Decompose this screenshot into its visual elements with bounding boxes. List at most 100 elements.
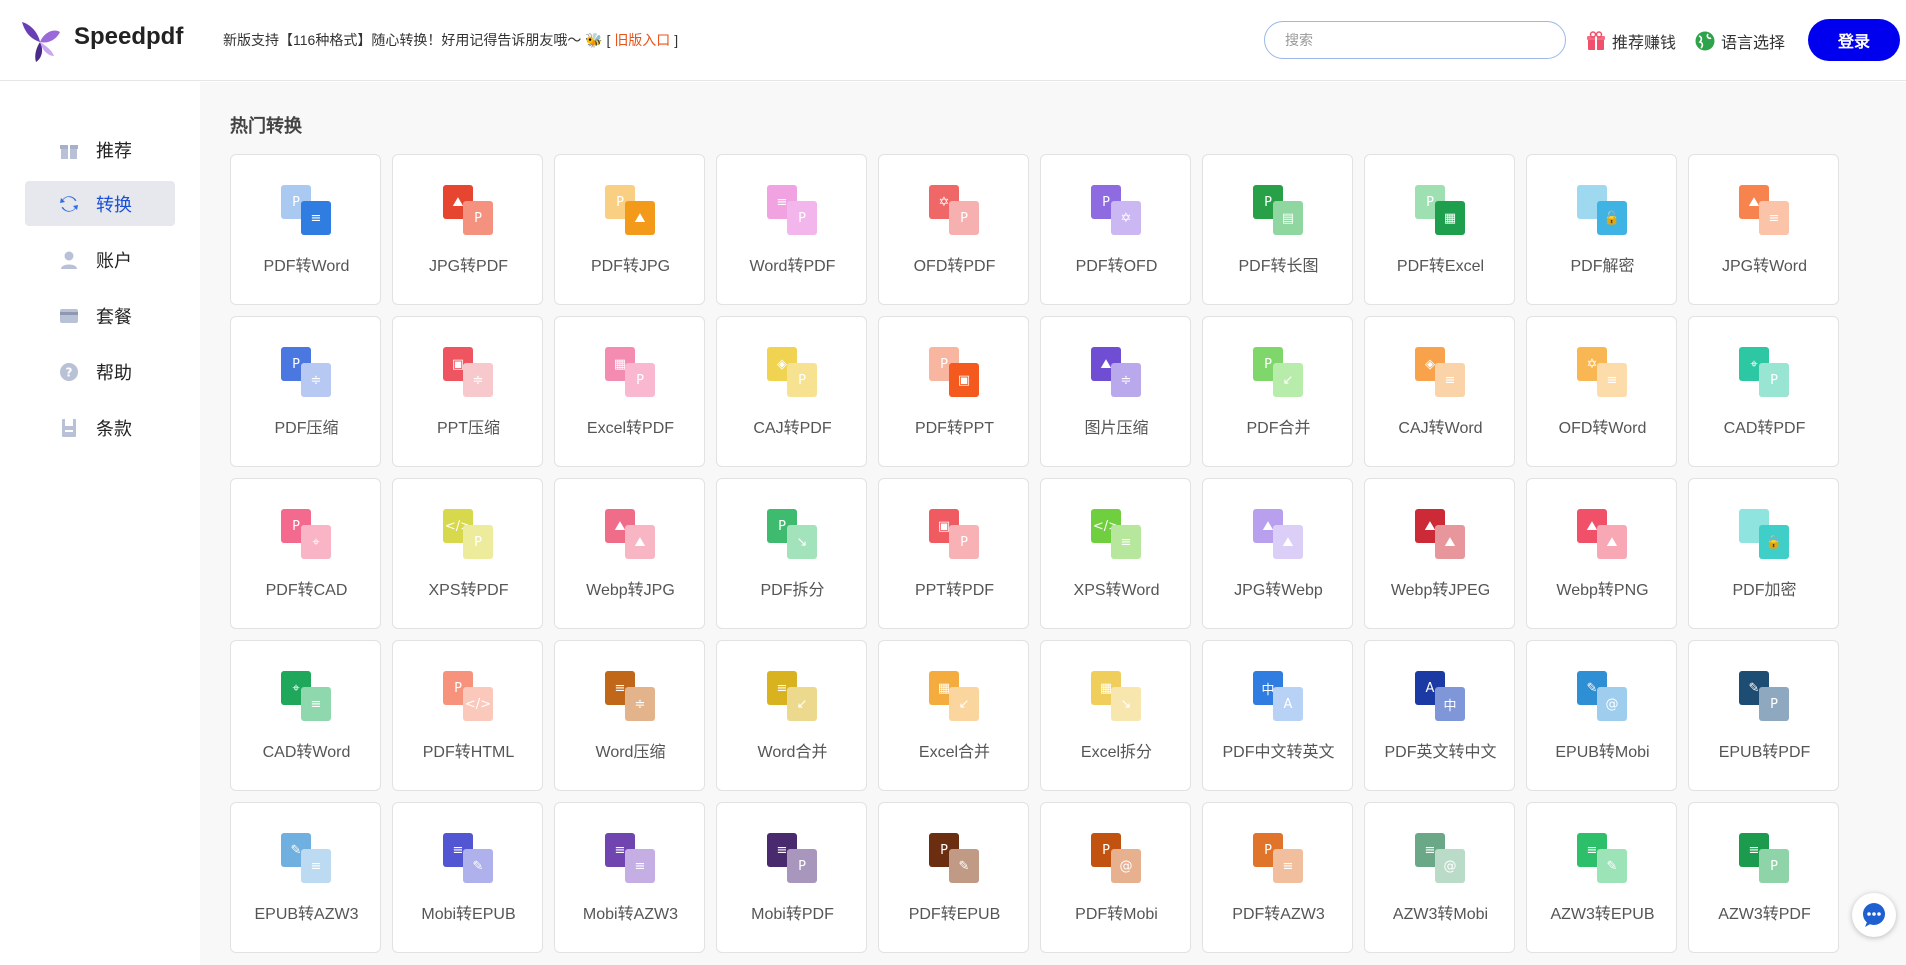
chat-button[interactable] xyxy=(1852,893,1896,937)
conversion-card[interactable]: ✎ @ EPUB转Mobi xyxy=(1526,640,1677,791)
conversion-card[interactable]: ≡ ✎ AZW3转EPUB xyxy=(1526,802,1677,953)
conversion-card[interactable]: ≡ ≑ Word压缩 xyxy=(554,640,705,791)
conversion-card[interactable]: ≡ ≡ Mobi转AZW3 xyxy=(554,802,705,953)
file-front-icon: ▦ xyxy=(1435,201,1465,235)
language-selector[interactable]: 语言选择 xyxy=(1695,29,1785,53)
help-icon: ? xyxy=(58,361,80,383)
conversion-card[interactable]: ⌖ ≡ CAD转Word xyxy=(230,640,381,791)
conversion-label: CAD转Word xyxy=(262,744,351,761)
conversion-icon: ≡ ≑ xyxy=(605,671,657,721)
conversion-card[interactable]: P ▣ PDF转PPT xyxy=(878,316,1029,467)
conversion-card[interactable]: P @ PDF转Mobi xyxy=(1040,802,1191,953)
conversion-icon: ≡ ✎ xyxy=(443,833,495,883)
conversion-icon: P ↘ xyxy=(767,509,819,559)
conversion-card[interactable]: P </> PDF转HTML xyxy=(392,640,543,791)
file-front-icon: ≡ xyxy=(1273,849,1303,883)
conversion-card[interactable]: ✡ P OFD转PDF xyxy=(878,154,1029,305)
login-button[interactable]: 登录 xyxy=(1808,19,1900,61)
conversion-card[interactable]: P ✎ PDF转EPUB xyxy=(878,802,1029,953)
file-front-icon: ≡ xyxy=(301,687,331,721)
conversion-card[interactable]: ✎ P EPUB转PDF xyxy=(1688,640,1839,791)
sidebar-item-account[interactable]: 账户 xyxy=(25,237,175,282)
conversion-card[interactable]: ≡ P AZW3转PDF xyxy=(1688,802,1839,953)
conversion-card[interactable]: ⌖ P CAD转PDF xyxy=(1688,316,1839,467)
conversion-card[interactable]: P ≡ PDF转AZW3 xyxy=(1202,802,1353,953)
conversion-card[interactable]: A 中 PDF英文转中文 xyxy=(1364,640,1515,791)
language-label: 语言选择 xyxy=(1721,35,1786,52)
conversion-card[interactable]: ▦ ↘ Excel拆分 xyxy=(1040,640,1191,791)
conversion-card[interactable]: 🔒 PDF加密 xyxy=(1688,478,1839,629)
conversion-card[interactable]: ≡ ↙ Word合并 xyxy=(716,640,867,791)
file-front-icon: ≑ xyxy=(463,363,493,397)
conversion-label: AZW3转EPUB xyxy=(1550,906,1655,923)
conversion-card[interactable]: ▣ ≑ PPT压缩 xyxy=(392,316,543,467)
conversion-label: JPG转Webp xyxy=(1234,582,1323,599)
file-front-icon: ⛰ xyxy=(1273,525,1303,559)
referral-link[interactable]: 推荐赚钱 xyxy=(1586,29,1676,53)
conversion-card[interactable]: P ≑ PDF压缩 xyxy=(230,316,381,467)
conversion-card[interactable]: 🔓 PDF解密 xyxy=(1526,154,1677,305)
file-front-icon: P xyxy=(463,525,493,559)
sidebar-item-convert[interactable]: 转换 xyxy=(25,181,175,226)
conversion-card[interactable]: </> P XPS转PDF xyxy=(392,478,543,629)
search-input[interactable] xyxy=(1264,21,1566,59)
bracket-open: [ xyxy=(606,32,611,48)
conversion-label: AZW3转Mobi xyxy=(1392,906,1489,923)
conversion-label: PDF转CAD xyxy=(265,582,348,599)
file-front-icon: P xyxy=(787,849,817,883)
file-front-icon: P xyxy=(463,201,493,235)
conversion-card[interactable]: P ⌖ PDF转CAD xyxy=(230,478,381,629)
conversion-card[interactable]: ≡ ✎ Mobi转EPUB xyxy=(392,802,543,953)
conversion-card[interactable]: ⛰ ⛰ Webp转JPEG xyxy=(1364,478,1515,629)
sidebar-item-plan[interactable]: 套餐 xyxy=(25,293,175,338)
logo[interactable]: Speedpdf xyxy=(18,18,183,62)
sidebar-item-terms[interactable]: 条款 xyxy=(25,405,175,450)
conversion-card[interactable]: P ▦ PDF转Excel xyxy=(1364,154,1515,305)
sidebar-item-help[interactable]: ? 帮助 xyxy=(25,349,175,394)
conversion-card[interactable]: P ✡ PDF转OFD xyxy=(1040,154,1191,305)
conversion-card[interactable]: ⛰ P JPG转PDF xyxy=(392,154,543,305)
conversion-card[interactable]: P ≡ PDF转Word xyxy=(230,154,381,305)
conversion-card[interactable]: ⛰ ≑ 图片压缩 xyxy=(1040,316,1191,467)
conversion-card[interactable]: ◈ P CAJ转PDF xyxy=(716,316,867,467)
file-front-icon: ≡ xyxy=(301,201,331,235)
conversion-card[interactable]: ≡ @ AZW3转Mobi xyxy=(1364,802,1515,953)
old-version-link[interactable]: 旧版入口 xyxy=(614,32,670,48)
conversion-card[interactable]: ⛰ ⛰ Webp转PNG xyxy=(1526,478,1677,629)
conversion-card[interactable]: ✡ ≡ OFD转Word xyxy=(1526,316,1677,467)
file-front-icon: P xyxy=(1759,687,1789,721)
sidebar-item-label: 账户 xyxy=(96,250,132,271)
conversion-label: CAJ转Word xyxy=(1398,420,1483,437)
conversion-card[interactable]: ▣ P PPT转PDF xyxy=(878,478,1029,629)
conversion-icon: ✡ ≡ xyxy=(1577,347,1629,397)
sidebar-item-label: 套餐 xyxy=(96,306,132,327)
conversion-label: Mobi转EPUB xyxy=(421,906,516,923)
conversion-card[interactable]: ⛰ ⛰ JPG转Webp xyxy=(1202,478,1353,629)
conversion-card[interactable]: ◈ ≡ CAJ转Word xyxy=(1364,316,1515,467)
conversion-card[interactable]: ⛰ ⛰ Webp转JPG xyxy=(554,478,705,629)
conversion-label: XPS转Word xyxy=(1073,582,1160,599)
conversion-icon: ▦ ↙ xyxy=(929,671,981,721)
sidebar-item-recommend[interactable]: 推荐 xyxy=(25,127,175,172)
conversion-icon: ⛰ ≑ xyxy=(1091,347,1143,397)
conversion-card[interactable]: 中 A PDF中文转英文 xyxy=(1202,640,1353,791)
conversion-card[interactable]: ≡ P Mobi转PDF xyxy=(716,802,867,953)
conversion-label: JPG转Word xyxy=(1721,258,1808,275)
conversion-card[interactable]: P ⛰ PDF转JPG xyxy=(554,154,705,305)
conversion-card[interactable]: P ▤ PDF转长图 xyxy=(1202,154,1353,305)
conversion-card[interactable]: P ↙ PDF合并 xyxy=(1202,316,1353,467)
conversion-label: EPUB转Mobi xyxy=(1555,744,1650,761)
conversion-card[interactable]: ▦ ↙ Excel合并 xyxy=(878,640,1029,791)
conversion-icon: ⛰ ⛰ xyxy=(1577,509,1629,559)
file-front-icon: ⛰ xyxy=(625,201,655,235)
conversion-card[interactable]: </> ≡ XPS转Word xyxy=(1040,478,1191,629)
conversion-card[interactable]: ✎ ≡ EPUB转AZW3 xyxy=(230,802,381,953)
conversion-card[interactable]: ▦ P Excel转PDF xyxy=(554,316,705,467)
conversion-label: PDF转EPUB xyxy=(908,906,1001,923)
conversion-card[interactable]: ⛰ ≡ JPG转Word xyxy=(1688,154,1839,305)
conversion-label: PDF中文转英文 xyxy=(1222,744,1335,761)
conversion-label: Word合并 xyxy=(757,744,828,761)
conversion-card[interactable]: ≡ P Word转PDF xyxy=(716,154,867,305)
conversion-icon: ≡ ✎ xyxy=(1577,833,1629,883)
conversion-card[interactable]: P ↘ PDF拆分 xyxy=(716,478,867,629)
